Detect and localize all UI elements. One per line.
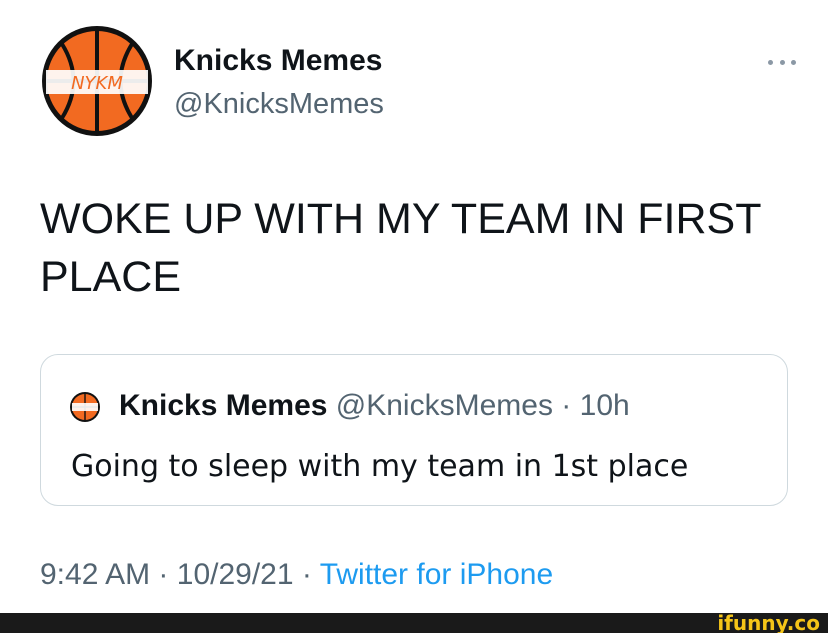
avatar[interactable]: NYKM xyxy=(40,24,154,138)
more-options-icon[interactable] xyxy=(764,54,800,70)
author-display-name[interactable]: Knicks Memes xyxy=(174,44,382,78)
author-handle[interactable]: @KnicksMemes xyxy=(174,88,384,121)
tweet-time[interactable]: 9:42 AM xyxy=(40,558,150,591)
quoted-header: Knicks Memes @KnicksMemes · 10h xyxy=(119,389,630,423)
tweet-source-link[interactable]: Twitter for iPhone xyxy=(320,558,553,591)
quoted-handle: @KnicksMemes xyxy=(335,389,553,422)
tweet-header: NYKM Knicks Memes @KnicksMemes xyxy=(40,24,800,144)
tweet-meta: 9:42 AM · 10/29/21 · Twitter for iPhone xyxy=(40,558,553,592)
separator: · xyxy=(158,558,169,591)
quoted-text: Going to sleep with my team in 1st place xyxy=(71,449,689,484)
tweet-text: WOKE UP WITH MY TEAM IN FIRST PLACE xyxy=(40,195,761,301)
quoted-display-name: Knicks Memes xyxy=(119,389,328,422)
basketball-logo-icon xyxy=(70,392,100,422)
separator: · xyxy=(561,389,572,422)
quoted-tweet[interactable]: Knicks Memes @KnicksMemes · 10h Going to… xyxy=(40,354,788,506)
separator: · xyxy=(301,558,312,591)
quoted-avatar xyxy=(69,391,101,423)
quoted-time: 10h xyxy=(579,389,630,422)
watermark: ifunny.co xyxy=(717,611,820,633)
tweet-date[interactable]: 10/29/21 xyxy=(177,558,294,591)
svg-text:NYKM: NYKM xyxy=(71,73,123,94)
basketball-logo-icon: NYKM xyxy=(42,26,152,136)
watermark-bar: ifunny.co xyxy=(0,611,828,633)
